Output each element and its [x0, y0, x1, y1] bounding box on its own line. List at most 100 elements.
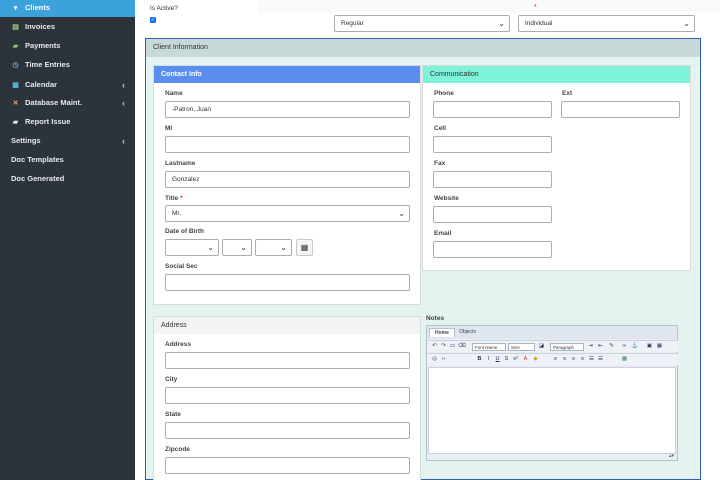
highlight-icon[interactable]: ◆ — [532, 356, 539, 363]
chevron-down-icon: ⌄ — [240, 243, 247, 252]
strikethrough-icon[interactable]: S — [503, 356, 510, 363]
calendar-icon: ▦ — [300, 243, 309, 252]
italic-icon[interactable]: I — [485, 356, 492, 363]
source-code-icon[interactable]: ‹› — [440, 356, 447, 363]
unordered-list-icon[interactable]: ☰ — [597, 356, 604, 363]
name-label: Name — [165, 90, 183, 97]
sidebar-item-label: Settings — [11, 136, 41, 145]
title-label-text: Title — [165, 195, 179, 202]
social-sec-field[interactable] — [165, 274, 410, 291]
format-icon[interactable]: ✎ — [608, 343, 615, 350]
is-active-checkbox[interactable]: ✓ — [150, 17, 156, 23]
client-kind-value: Individual — [525, 20, 553, 27]
anchor-icon[interactable]: ⚓ — [631, 343, 638, 350]
cell-field[interactable] — [433, 136, 552, 153]
sidebar-item-label: Calendar — [25, 80, 58, 89]
eraser-icon[interactable]: ⌫ — [458, 343, 466, 350]
required-marker: * — [534, 4, 537, 11]
sidebar-item-label: Doc Templates — [11, 155, 64, 164]
payments-icon: ▰ — [12, 42, 19, 50]
sidebar-item-calendar[interactable]: ▦ Calendar ‹ — [0, 75, 135, 94]
chevron-down-icon: ⌄ — [683, 19, 690, 28]
title-select[interactable]: Mr. ⌄ — [165, 205, 410, 222]
spellcheck-icon[interactable]: ◎ — [431, 356, 438, 363]
align-center-icon[interactable]: ≡ — [561, 356, 568, 363]
fax-field[interactable] — [433, 171, 552, 188]
font-color-icon[interactable]: A — [522, 356, 529, 363]
justify-icon[interactable]: ≡ — [579, 356, 586, 363]
sidebar-item-doc-templates[interactable]: Doc Templates — [0, 150, 135, 169]
clock-icon: ◷ — [12, 61, 19, 69]
sidebar-item-clients[interactable]: ▾ Clients — [0, 0, 135, 17]
name-field[interactable]: -Patron, Juan — [165, 101, 410, 118]
sidebar-item-doc-generated[interactable]: Doc Generated — [0, 169, 135, 188]
sidebar-item-label: Time Entries — [25, 60, 70, 69]
link-icon[interactable]: ∞ — [621, 343, 628, 350]
undo-icon[interactable]: ↶ — [431, 343, 438, 350]
mi-label: MI — [165, 125, 173, 132]
comment-icon: ▰ — [12, 118, 19, 126]
city-label: City — [165, 376, 178, 383]
city-field[interactable] — [165, 387, 410, 404]
text-color-icon[interactable]: ◪ — [538, 343, 545, 350]
phone-label: Phone — [434, 90, 454, 97]
resize-handle-icon[interactable]: ▴▾ — [669, 453, 674, 459]
lastname-field[interactable]: Gonzalez — [165, 171, 410, 188]
address-title: Address — [154, 317, 420, 334]
address-label: Address — [165, 341, 192, 348]
address-field[interactable] — [165, 352, 410, 369]
chevron-left-icon: ‹ — [122, 135, 125, 146]
outdent-icon[interactable]: ⇤ — [597, 343, 604, 350]
align-right-icon[interactable]: ≡ — [570, 356, 577, 363]
table-icon[interactable]: ▦ — [656, 343, 663, 350]
top-band — [258, 0, 720, 12]
calendar-icon: ▦ — [12, 81, 19, 89]
chevron-down-icon: ⌄ — [280, 243, 287, 252]
chevron-down-icon: ⌄ — [398, 209, 405, 218]
client-type-select[interactable]: Regular ⌄ — [334, 15, 510, 32]
dob-month-select[interactable]: ⌄ — [165, 239, 219, 256]
ordered-list-icon[interactable]: ☰ — [588, 356, 595, 363]
bold-icon[interactable]: B — [476, 356, 483, 363]
phone-field[interactable] — [433, 101, 552, 118]
sidebar-item-label: Database Maint. — [25, 98, 83, 107]
sidebar-item-settings[interactable]: Settings ‹ — [0, 131, 135, 150]
font-name-select[interactable]: Font Name — [472, 343, 506, 351]
state-field[interactable] — [165, 422, 410, 439]
sidebar-item-report-issue[interactable]: ▰ Report Issue — [0, 112, 135, 131]
communication-title: Communication — [423, 66, 690, 83]
editor-tab-home[interactable]: Home — [429, 328, 455, 337]
sidebar-item-database-maint[interactable]: ✕ Database Maint. ‹ — [0, 93, 135, 112]
client-kind-select[interactable]: Individual ⌄ — [518, 15, 695, 32]
sidebar-item-time-entries[interactable]: ◷ Time Entries — [0, 55, 135, 74]
sidebar-item-payments[interactable]: ▰ Payments — [0, 36, 135, 55]
font-size-select[interactable]: Size — [508, 343, 535, 351]
email-label: Email — [434, 230, 452, 237]
mi-field[interactable] — [165, 136, 410, 153]
notes-editor: Home Objects ↶ ↷ ▭ ⌫ Font Name Size ◪ Pa… — [426, 325, 678, 461]
ext-field[interactable] — [561, 101, 680, 118]
calendar-picker-button[interactable]: ▦ — [296, 239, 313, 256]
panel-title: Client Information — [146, 39, 700, 57]
paragraph-select[interactable]: Paragraph — [550, 343, 584, 351]
image-icon[interactable]: ▣ — [646, 343, 653, 350]
underline-icon[interactable]: U — [494, 356, 501, 363]
required-marker: * — [180, 195, 183, 202]
notes-text-area[interactable] — [428, 367, 676, 454]
dob-year-select[interactable]: ⌄ — [255, 239, 292, 256]
lastname-label: Lastname — [165, 160, 196, 167]
sidebar: ▾ Clients ▤ Invoices ▰ Payments ◷ Time E… — [0, 0, 135, 480]
email-field[interactable] — [433, 241, 552, 258]
print-icon[interactable]: ▭ — [449, 343, 456, 350]
redo-icon[interactable]: ↷ — [440, 343, 447, 350]
indent-icon[interactable]: ⇥ — [587, 343, 594, 350]
editor-tab-objects[interactable]: Objects — [454, 328, 481, 337]
website-field[interactable] — [433, 206, 552, 223]
clients-icon: ▾ — [13, 4, 18, 12]
align-left-icon[interactable]: ≡ — [552, 356, 559, 363]
zipcode-field[interactable] — [165, 457, 410, 474]
superscript-icon[interactable]: x² — [512, 356, 519, 363]
dob-day-select[interactable]: ⌄ — [222, 239, 252, 256]
sidebar-item-invoices[interactable]: ▤ Invoices — [0, 17, 135, 36]
insert-image-icon[interactable]: ▩ — [621, 356, 628, 363]
